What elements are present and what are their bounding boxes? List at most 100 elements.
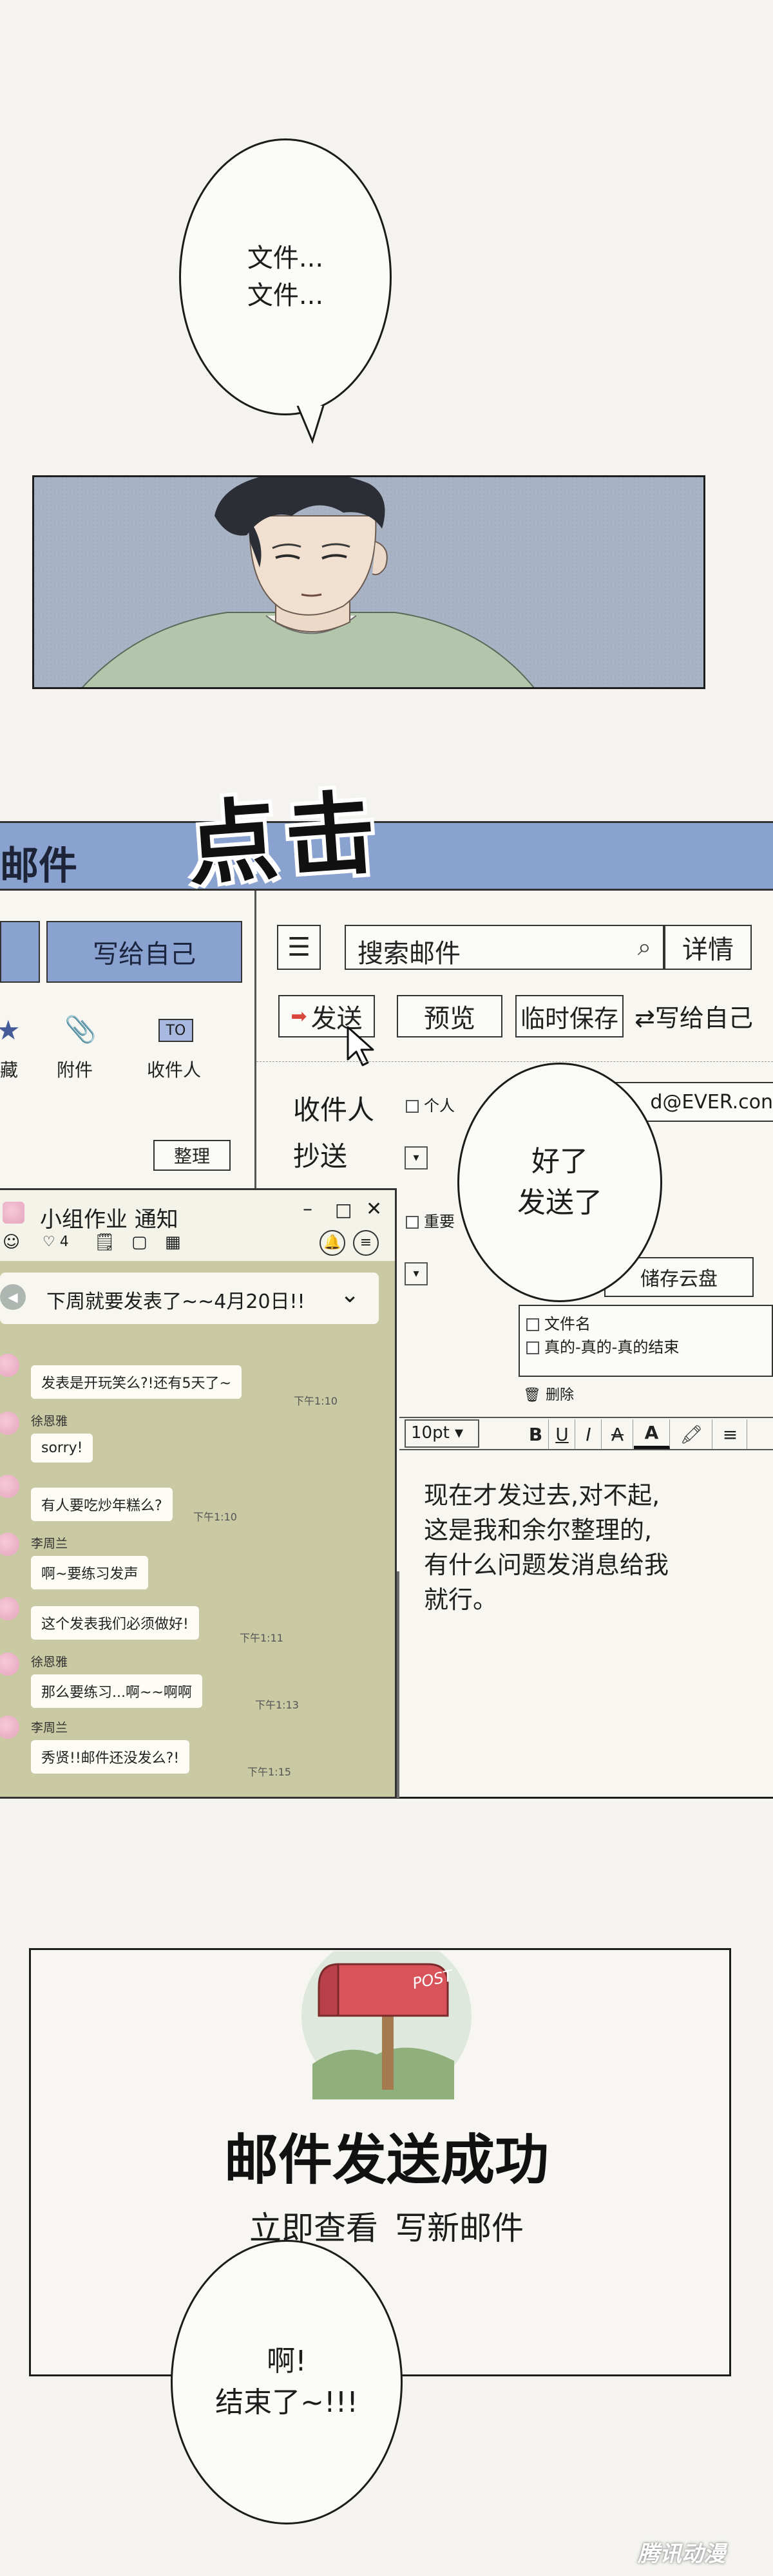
- details-label: 详情: [682, 935, 734, 965]
- align-left-icon[interactable]: ≡: [714, 1419, 747, 1449]
- chat-time: 下午1:10: [294, 1395, 338, 1407]
- sidebar-item-favorites[interactable]: 藏: [0, 1056, 18, 1082]
- star-icon[interactable]: ★: [0, 1014, 21, 1046]
- attachment-item[interactable]: 文件名: [526, 1311, 591, 1334]
- close-icon[interactable]: ✕: [366, 1198, 382, 1220]
- chat-message: 发表是开玩笑么?!还有5天了~: [31, 1365, 242, 1399]
- bubble-tail: [296, 406, 325, 444]
- search-placeholder: 搜索邮件: [358, 939, 461, 969]
- highlight-icon[interactable]: 🖍: [671, 1419, 712, 1449]
- attachment-name: 文件名: [544, 1315, 591, 1333]
- font-color-button[interactable]: A: [634, 1419, 670, 1449]
- sidebar-item-recipients[interactable]: 收件人: [147, 1056, 201, 1082]
- heart-icon[interactable]: ♡ 4: [43, 1234, 69, 1250]
- body-line: 就行。: [424, 1585, 498, 1614]
- save-draft-button[interactable]: 临时保存: [515, 995, 624, 1037]
- chat-message: 秀贤!!邮件还没发么?!: [31, 1740, 190, 1774]
- preview-button[interactable]: 预览: [397, 995, 502, 1037]
- chat-time: 下午1:15: [247, 1766, 291, 1778]
- bubble-line: 好了: [531, 1145, 588, 1179]
- new-mail-link[interactable]: 写新邮件: [395, 2210, 524, 2247]
- chat-time: 下午1:11: [240, 1632, 283, 1644]
- italic-button[interactable]: I: [576, 1419, 602, 1449]
- bubble-line: 文件...: [247, 243, 324, 273]
- sidebar-blue-tab[interactable]: [0, 921, 40, 983]
- pinned-notice[interactable]: ◀ 下周就要发表了~~4月20日!! ⌄: [0, 1273, 379, 1324]
- font-size-value: 10pt: [411, 1423, 450, 1443]
- chat-message: 这个发表我们必须做好!: [31, 1606, 199, 1640]
- preview-label: 预览: [424, 1004, 475, 1034]
- megaphone-icon: ◀: [0, 1284, 26, 1310]
- sidebar-item-attachments[interactable]: 附件: [57, 1056, 93, 1082]
- email-body[interactable]: 现在才发过去,对不起, 这是我和余尔整理的, 有什么问题发消息给我 就行。: [424, 1479, 746, 1618]
- to-badge-icon[interactable]: TO: [158, 1019, 193, 1042]
- bubble-line: 发送了: [517, 1186, 602, 1219]
- send-arrow-icon: ➡: [291, 1005, 307, 1028]
- write-self-button-toolbar[interactable]: ⇄写给自己: [635, 998, 753, 1034]
- strikethrough-button[interactable]: A: [602, 1419, 633, 1449]
- mail-header-bar: 邮件: [0, 821, 773, 891]
- chat-message: sorry!: [31, 1434, 93, 1463]
- underline-label: U: [555, 1423, 569, 1445]
- important-check-box[interactable]: [406, 1216, 419, 1229]
- chat-time: 下午1:10: [193, 1511, 237, 1523]
- window-icon[interactable]: ▢: [131, 1233, 148, 1252]
- save-draft-label: 临时保存: [520, 1004, 618, 1033]
- mail-header-title: 邮件: [0, 844, 77, 889]
- cc-label: 抄送: [293, 1141, 348, 1172]
- paperclip-icon[interactable]: 📎: [64, 1014, 97, 1045]
- write-self-button-sidebar[interactable]: 写给自己: [46, 921, 242, 983]
- important-checkbox[interactable]: 重要: [406, 1209, 455, 1231]
- attachment-check[interactable]: [526, 1318, 539, 1331]
- bell-icon[interactable]: 🔔: [320, 1230, 345, 1256]
- personal-label: 个人: [424, 1097, 455, 1115]
- sfx-click: 点击: [182, 760, 387, 904]
- important-label: 重要: [424, 1213, 455, 1231]
- cc-dropdown[interactable]: ▾: [405, 1146, 428, 1170]
- personal-check-box[interactable]: [406, 1100, 419, 1113]
- recipient-value: d@EVER.con: [650, 1091, 773, 1113]
- sfx-click-text: 点击: [184, 780, 387, 899]
- bold-label: B: [528, 1423, 543, 1445]
- options-dropdown[interactable]: ▾: [405, 1262, 428, 1285]
- chat-message: 那么要练习...啊~~啊啊: [31, 1674, 202, 1708]
- chevron-down-icon[interactable]: ⌄: [340, 1282, 359, 1308]
- personal-checkbox[interactable]: 个人: [406, 1093, 455, 1115]
- character-panel: [32, 475, 705, 689]
- likes-count: 4: [59, 1234, 69, 1250]
- chat-group-avatar: [3, 1202, 24, 1224]
- menu-hamburger-icon[interactable]: ☰: [277, 925, 321, 970]
- chat-title-bar: 小组作业 通知 – □ ✕ ☺ ♡ 4 🗒 ▢ ▦ 🔔 ≡: [0, 1190, 395, 1261]
- font-size-select[interactable]: 10pt ▾: [405, 1419, 479, 1448]
- maximize-icon[interactable]: □: [335, 1199, 352, 1220]
- chat-title: 小组作业 通知: [40, 1207, 178, 1233]
- note-icon[interactable]: 🗒: [94, 1233, 115, 1252]
- success-links: 立即查看 写新邮件: [0, 2202, 773, 2249]
- speech-bubble-sent: 好了 发送了: [457, 1063, 662, 1302]
- bubble-line: 啊!: [267, 2345, 307, 2378]
- underline-button[interactable]: U: [549, 1419, 575, 1449]
- cloud-save-label: 储存云盘: [640, 1268, 718, 1291]
- bold-button[interactable]: B: [523, 1419, 549, 1449]
- emoji-icon[interactable]: ☺: [3, 1233, 20, 1252]
- menu-icon[interactable]: ≡: [353, 1230, 379, 1256]
- attachment-name: 真的-真的-真的结束: [544, 1338, 680, 1356]
- attachment-item[interactable]: 真的-真的-真的结束: [526, 1334, 679, 1357]
- chat-sender: 李周兰: [31, 1537, 68, 1551]
- write-self-label: 写给自己: [93, 940, 196, 969]
- chat-time: 下午1:13: [255, 1699, 299, 1711]
- organize-label: 整理: [173, 1146, 210, 1167]
- chat-sender: 徐恩雅: [31, 1655, 68, 1669]
- write-self-toolbar-label: 写给自己: [654, 1004, 753, 1032]
- chat-message: 有人要吃炒年糕么?: [31, 1488, 173, 1521]
- organize-button[interactable]: 整理: [153, 1140, 231, 1171]
- details-button[interactable]: 详情: [664, 925, 752, 970]
- body-line: 现在才发过去,对不起,: [424, 1481, 660, 1510]
- minimize-icon[interactable]: –: [303, 1198, 312, 1220]
- to-badge-text: TO: [166, 1022, 186, 1039]
- body-line: 有什么问题发消息给我: [424, 1550, 669, 1579]
- delete-attachment-button[interactable]: 🗑 删除: [523, 1383, 574, 1404]
- calendar-icon[interactable]: ▦: [165, 1233, 181, 1252]
- search-input[interactable]: 搜索邮件 ⌕: [345, 925, 664, 970]
- attachment-check[interactable]: [526, 1341, 539, 1354]
